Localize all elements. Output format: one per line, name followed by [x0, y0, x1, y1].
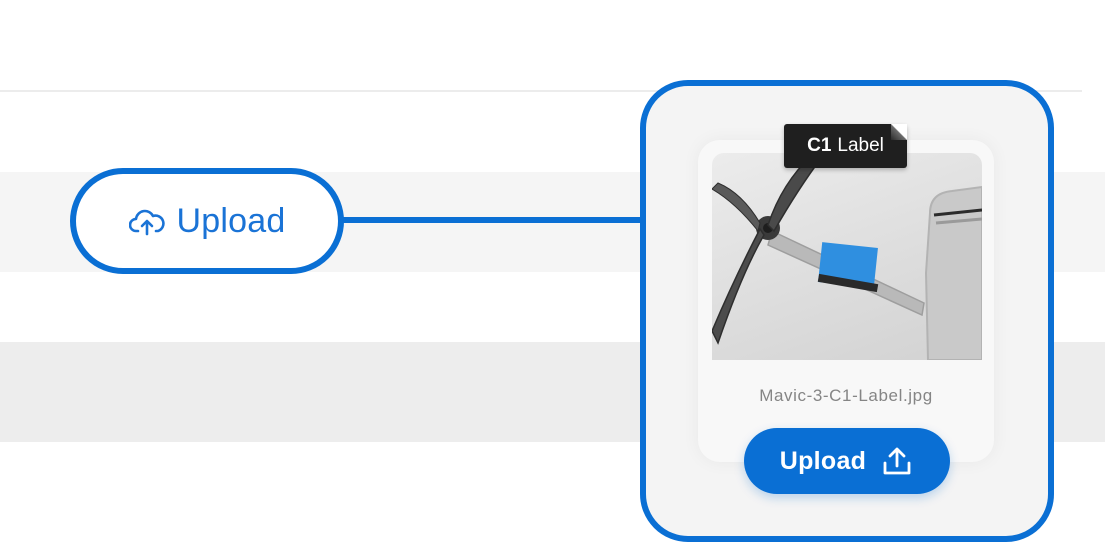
- c1-tag-text: Label: [837, 135, 884, 156]
- c1-label-tag: C1 Label: [784, 124, 907, 168]
- cloud-upload-icon: [128, 207, 165, 237]
- file-name: Mavic-3-C1-Label.jpg: [759, 386, 933, 405]
- upload-arrow-icon: [880, 444, 914, 478]
- c1-tag-bold: C1: [807, 135, 832, 156]
- peel-corner: [891, 124, 907, 140]
- card-upload-button[interactable]: Upload: [744, 428, 950, 494]
- upload-button[interactable]: Upload: [70, 168, 344, 274]
- card-upload-label: Upload: [779, 446, 867, 475]
- drone-photo: [712, 153, 982, 360]
- callout-connector: [340, 217, 645, 223]
- upload-button-label: Upload: [176, 201, 286, 240]
